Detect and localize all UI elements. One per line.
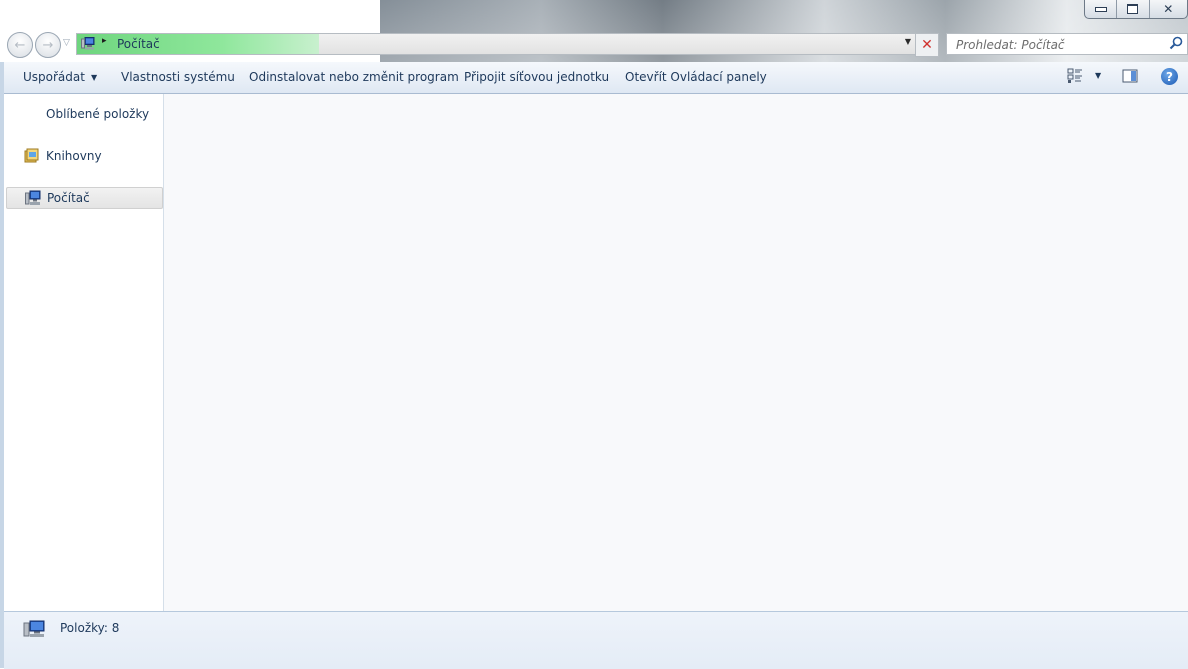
computer-icon [23,620,45,637]
breadcrumb-computer[interactable]: Počítač [117,37,160,51]
sidebar-item-computer[interactable]: Počítač [6,187,163,209]
search-input[interactable] [954,36,1168,54]
stop-icon: ✕ [921,37,933,53]
title-bar [0,0,380,32]
forward-button[interactable]: → [35,32,61,58]
file-list-area[interactable] [164,94,1188,611]
command-bar: Uspořádat ▼ Vlastnosti systému Odinstalov… [4,62,1188,94]
view-options-dropdown-icon[interactable]: ▼ [1095,71,1101,80]
system-properties-button[interactable]: Vlastnosti systému [121,70,235,84]
maximize-button[interactable] [1117,0,1150,18]
minimize-button[interactable] [1085,0,1118,18]
explorer-window: ✕ ← → ▽ ▸ Počítač ▼ ✕ Uspořádat ▼ Vlastno… [0,0,1188,669]
organize-button[interactable]: Uspořádat ▼ [23,70,97,84]
change-view-icon[interactable] [1067,68,1083,84]
sidebar-item-label: Knihovny [46,149,102,163]
back-button[interactable]: ← [7,32,33,58]
map-network-drive-button[interactable]: Připojit síťovou jednotku [464,70,609,84]
minimize-icon [1094,6,1107,12]
address-bar[interactable]: ▸ Počítač ▼ [76,33,916,55]
breadcrumb-separator[interactable]: ▸ [102,36,107,46]
items-count: Položky: 8 [60,621,120,635]
chevron-down-icon: ▼ [90,73,98,82]
address-progress-fill [77,34,319,54]
help-icon[interactable]: ? [1161,68,1178,85]
sidebar-item-label: Počítač [47,191,90,205]
close-icon: ✕ [1163,2,1174,16]
maximize-icon [1127,4,1139,14]
search-box [946,33,1188,55]
sidebar-item-label: Oblíbené položky [46,107,150,121]
open-control-panel-button[interactable]: Otevřít Ovládací panely [625,70,767,84]
close-button[interactable]: ✕ [1150,0,1188,18]
caption-buttons: ✕ [1084,0,1188,19]
computer-icon [25,190,41,205]
forward-arrow-icon: → [42,37,54,53]
details-pane: Položky: 8 [4,611,1188,669]
sidebar-item-favorites[interactable]: Oblíbené položky [4,104,162,124]
navigation-pane: Oblíbené položky Knihovny Počítač [4,94,164,611]
address-dropdown-icon[interactable]: ▼ [905,37,911,46]
preview-pane-icon[interactable] [1122,68,1138,84]
recent-pages-button[interactable]: ▽ [63,38,70,48]
stop-button[interactable]: ✕ [915,33,939,57]
organize-label: Uspořádat [23,70,85,84]
library-icon [24,148,39,163]
computer-icon [81,37,95,50]
uninstall-program-button[interactable]: Odinstalovat nebo změnit program [249,70,459,84]
help-label: ? [1166,69,1173,84]
sidebar-item-libraries[interactable]: Knihovny [4,146,162,166]
back-arrow-icon: ← [14,37,26,53]
search-icon[interactable] [1169,36,1183,50]
